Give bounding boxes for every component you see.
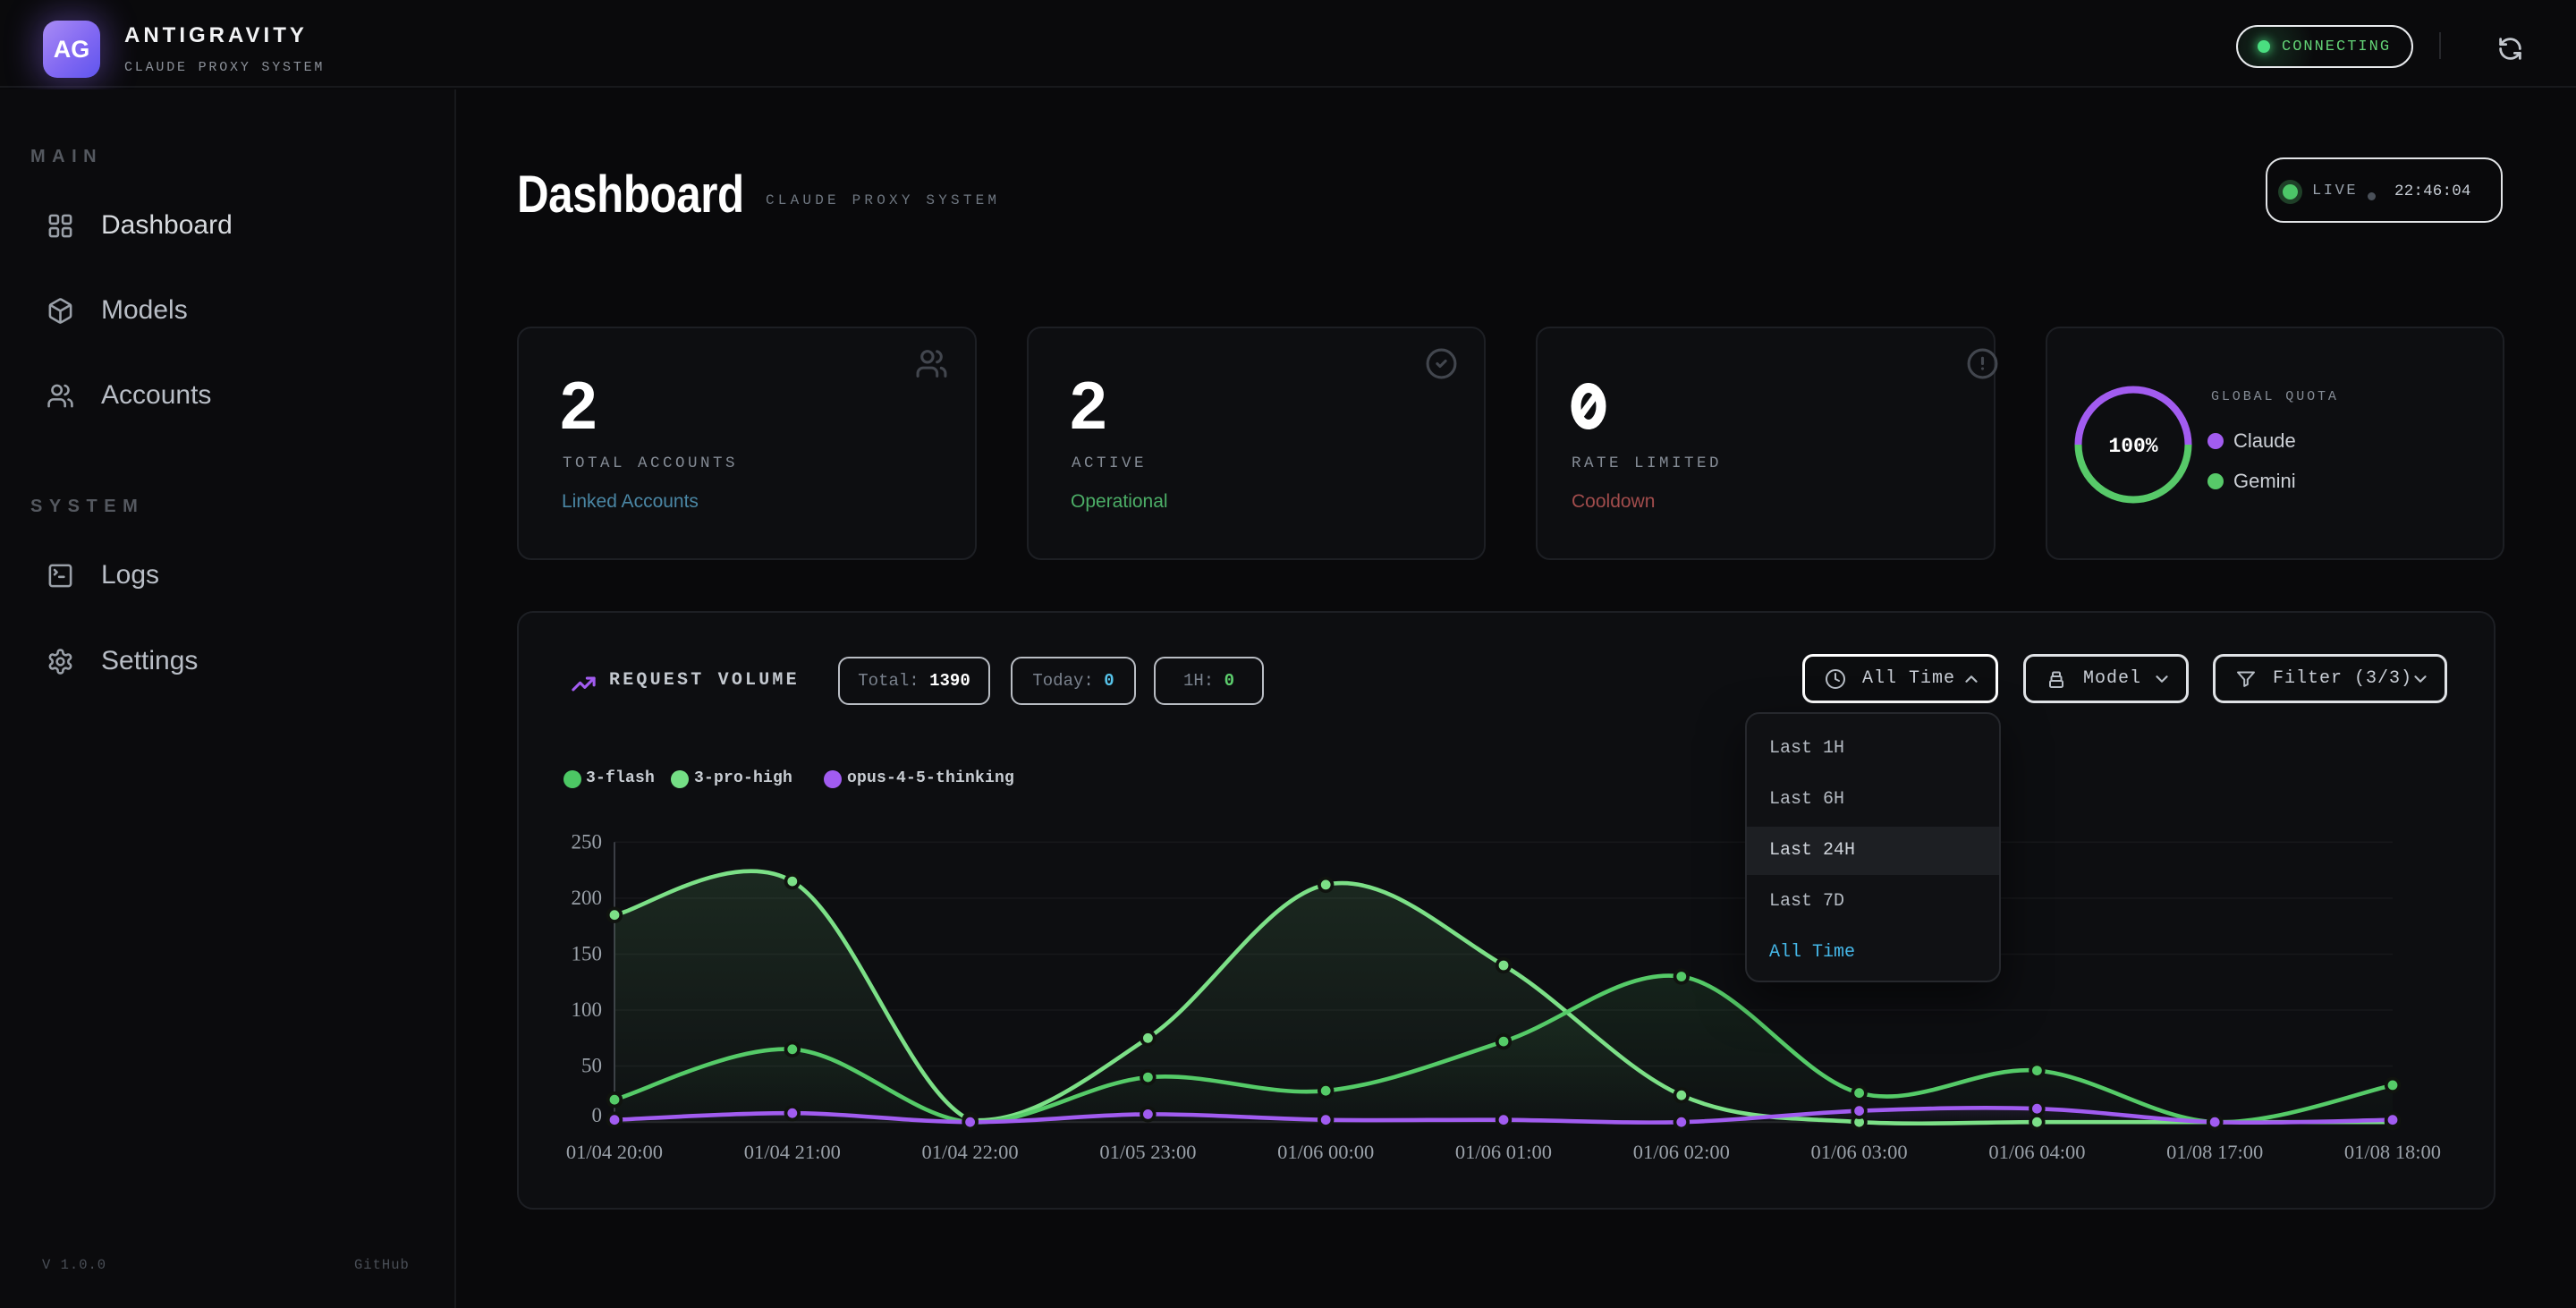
svg-text:01/04 21:00: 01/04 21:00 — [744, 1141, 841, 1163]
svg-text:0: 0 — [592, 1104, 603, 1126]
svg-text:01/04 20:00: 01/04 20:00 — [566, 1141, 663, 1163]
svg-text:100%: 100% — [2108, 435, 2157, 458]
svg-text:01/08 18:00: 01/08 18:00 — [2344, 1141, 2441, 1163]
svg-text:01/06 01:00: 01/06 01:00 — [1455, 1141, 1552, 1163]
svg-text:01/06 00:00: 01/06 00:00 — [1277, 1141, 1374, 1163]
svg-text:150: 150 — [572, 943, 603, 965]
svg-text:01/05 23:00: 01/05 23:00 — [1099, 1141, 1196, 1163]
svg-text:01/08 17:00: 01/08 17:00 — [2166, 1141, 2263, 1163]
svg-text:250: 250 — [572, 830, 603, 853]
svg-text:01/06 03:00: 01/06 03:00 — [1811, 1141, 1908, 1163]
svg-text:50: 50 — [581, 1055, 602, 1077]
svg-text:01/06 02:00: 01/06 02:00 — [1633, 1141, 1730, 1163]
svg-text:01/04 22:00: 01/04 22:00 — [922, 1141, 1019, 1163]
svg-text:01/06 04:00: 01/06 04:00 — [1988, 1141, 2085, 1163]
svg-text:100: 100 — [572, 998, 603, 1021]
svg-text:200: 200 — [572, 887, 603, 909]
